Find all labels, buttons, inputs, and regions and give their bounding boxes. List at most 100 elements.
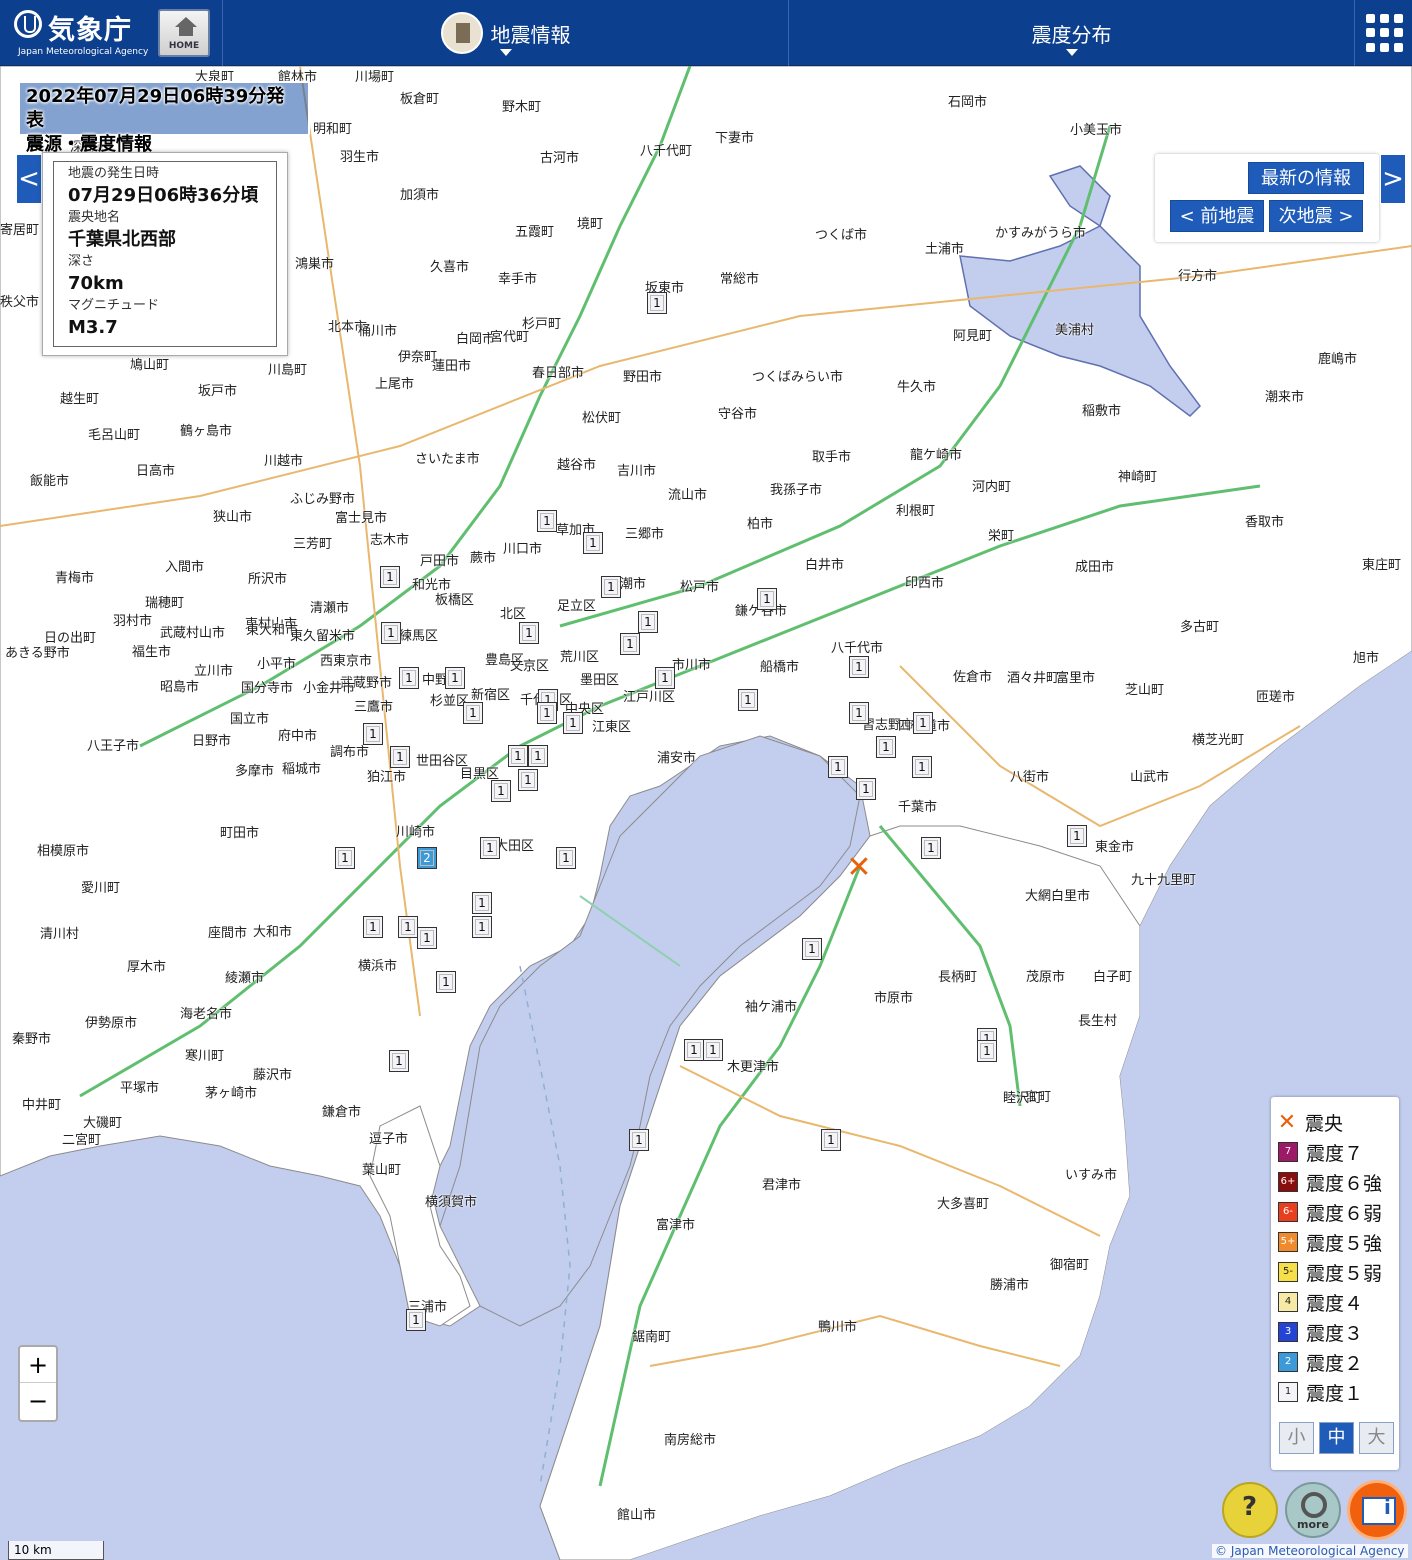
place-label: 大和市	[253, 925, 293, 940]
intensity-marker[interactable]: 1	[472, 892, 492, 914]
place-label: 武蔵村山市	[160, 626, 226, 641]
place-label: 館山市	[617, 1508, 657, 1523]
place-label: 白子町	[1093, 970, 1133, 985]
place-label: 市川市	[672, 658, 712, 673]
place-label: いすみ市	[1065, 1168, 1118, 1183]
intensity-marker[interactable]: 1	[463, 702, 483, 724]
place-label: 小美玉市	[1070, 123, 1123, 138]
intensity-marker[interactable]: 1	[828, 756, 848, 778]
size-large-button[interactable]: 大	[1359, 1422, 1394, 1454]
zoom-out-button[interactable]: −	[20, 1383, 56, 1419]
intensity-marker[interactable]: 1	[381, 622, 401, 644]
intensity-marker[interactable]: 1	[398, 916, 418, 938]
intensity-marker[interactable]: 1	[655, 667, 675, 689]
place-label: 市原市	[874, 991, 914, 1006]
intensity-marker[interactable]: 1	[856, 778, 876, 800]
intensity-marker[interactable]: 1	[472, 916, 492, 938]
tab-earthquake-info[interactable]: 地震情報	[222, 0, 788, 66]
intensity-marker[interactable]: 1	[921, 837, 941, 859]
intensity-marker[interactable]: 1	[647, 292, 667, 314]
info-book-button[interactable]	[1347, 1480, 1407, 1540]
tab-intensity-distribution[interactable]: 震度分布	[788, 0, 1354, 66]
place-label: あきる野市	[5, 646, 70, 661]
grid-dot	[1394, 42, 1403, 52]
intensity-marker[interactable]: 1	[638, 611, 658, 633]
intensity-marker[interactable]: 1	[821, 1129, 841, 1151]
epicenter-marker[interactable]: ✕	[845, 853, 873, 883]
place-label: 日野市	[192, 734, 232, 749]
legend-row: 1 震度１	[1277, 1377, 1393, 1407]
intensity-marker[interactable]: 1	[537, 702, 557, 724]
intensity-marker[interactable]: 1	[802, 938, 822, 960]
place-label: 千葉市	[898, 800, 938, 815]
intensity-marker[interactable]: 1	[537, 510, 557, 532]
intensity-marker[interactable]: 1	[620, 633, 640, 655]
place-label: 鳩山町	[130, 358, 170, 373]
intensity-marker[interactable]: 1	[912, 756, 932, 778]
intensity-marker[interactable]: 1	[1067, 825, 1087, 847]
place-label: 南房総市	[664, 1433, 717, 1448]
intensity-marker[interactable]: 1	[508, 745, 528, 767]
intensity-marker[interactable]: 1	[684, 1039, 704, 1061]
grid-menu-button[interactable]	[1354, 0, 1412, 66]
intensity-marker[interactable]: 1	[876, 736, 896, 758]
intensity-marker[interactable]: 1	[703, 1039, 723, 1061]
place-label: 厚木市	[127, 960, 167, 975]
intensity-marker[interactable]: 1	[519, 622, 539, 644]
latest-info-button[interactable]: 最新の情報	[1248, 162, 1364, 194]
place-label: 香取市	[1245, 515, 1285, 530]
previous-earthquake-button[interactable]: < 前地震	[1170, 200, 1264, 232]
home-button[interactable]: HOME	[158, 9, 210, 57]
intensity-marker[interactable]: 1	[629, 1129, 649, 1151]
place-label: 秩父市	[0, 295, 40, 310]
intensity-marker[interactable]: 1	[528, 745, 548, 767]
intensity-marker[interactable]: 2	[417, 847, 437, 869]
intensity-marker[interactable]: 1	[563, 712, 583, 734]
intensity-marker[interactable]: 1	[399, 667, 419, 689]
legend-swatch: 6-	[1278, 1202, 1298, 1222]
intensity-marker[interactable]: 1	[445, 667, 465, 689]
place-label: 牛久市	[897, 380, 937, 395]
intensity-marker[interactable]: 1	[436, 971, 456, 993]
intensity-marker[interactable]: 1	[849, 656, 869, 678]
more-button[interactable]: more	[1285, 1482, 1341, 1538]
intensity-marker[interactable]: 1	[335, 847, 355, 869]
intensity-marker[interactable]: 1	[738, 689, 758, 711]
legend-label: 震度７	[1306, 1142, 1364, 1165]
place-label: 鋸南町	[632, 1330, 672, 1345]
place-label: 立川市	[194, 664, 234, 679]
intensity-marker[interactable]: 1	[491, 780, 511, 802]
intensity-marker[interactable]: 1	[389, 1050, 409, 1072]
help-guide-button[interactable]	[1222, 1482, 1278, 1538]
intensity-marker[interactable]: 1	[380, 566, 400, 588]
intensity-marker[interactable]: 1	[406, 1309, 426, 1331]
next-earthquake-button[interactable]: 次地震 >	[1269, 200, 1363, 232]
intensity-marker[interactable]: 1	[390, 746, 410, 768]
place-label: 鹿嶋市	[1318, 352, 1358, 367]
intensity-marker[interactable]: 1	[480, 837, 500, 859]
place-label: 大網白里市	[1025, 889, 1091, 904]
intensity-marker[interactable]: 1	[601, 576, 621, 598]
place-label: 富里市	[1056, 671, 1096, 686]
intensity-marker[interactable]: 1	[363, 723, 383, 745]
intensity-marker[interactable]: 1	[757, 588, 777, 610]
size-medium-button[interactable]: 中	[1319, 1422, 1354, 1454]
jma-logo[interactable]: 気象庁 Japan Meteorological Agency	[0, 0, 155, 66]
collapse-nav-button[interactable]: >	[1380, 154, 1406, 204]
place-label: 八王子市	[87, 739, 140, 754]
intensity-marker[interactable]: 1	[913, 712, 933, 734]
intensity-marker[interactable]: 1	[583, 532, 603, 554]
intensity-marker[interactable]: 1	[849, 702, 869, 724]
collapse-info-button[interactable]: <	[16, 154, 42, 204]
place-label: 愛川町	[81, 881, 121, 896]
place-label: 蓮田市	[432, 359, 472, 374]
intensity-marker[interactable]: 1	[363, 916, 383, 938]
intensity-marker[interactable]: 1	[977, 1040, 997, 1062]
intensity-marker[interactable]: 1	[417, 927, 437, 949]
intensity-marker[interactable]: 1	[518, 769, 538, 791]
place-label: 逗子市	[369, 1132, 409, 1147]
size-small-button[interactable]: 小	[1279, 1422, 1314, 1454]
intensity-marker[interactable]: 1	[556, 847, 576, 869]
place-label: 平塚市	[120, 1081, 160, 1096]
zoom-in-button[interactable]: +	[20, 1347, 56, 1383]
